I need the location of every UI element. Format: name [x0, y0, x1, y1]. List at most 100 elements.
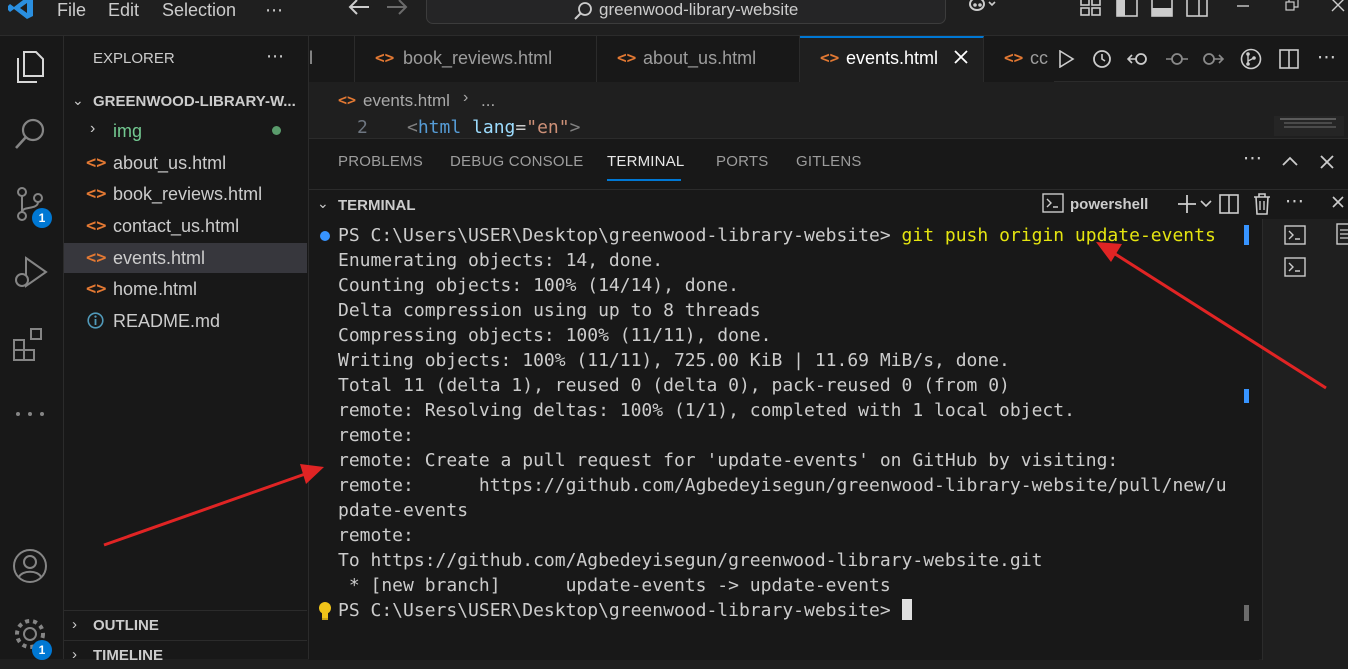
explorer-item-home[interactable]: <> home.html: [64, 274, 307, 304]
workspace-root[interactable]: ⌄ GREENWOOD-LIBRARY-W...: [64, 88, 307, 114]
terminal-more-icon[interactable]: ⋯: [1285, 190, 1304, 213]
split-terminal-icon[interactable]: [1219, 194, 1239, 214]
terminal-dropdown-chevron-icon[interactable]: [1200, 200, 1212, 208]
panel-tab-terminal[interactable]: TERMINAL: [607, 153, 684, 170]
terminal-line: Compressing objects: 100% (11/11), done.: [338, 325, 772, 346]
toggle-panel-icon[interactable]: [1151, 0, 1173, 17]
tab-events[interactable]: <> events.html: [800, 36, 984, 82]
restore-icon[interactable]: [1285, 0, 1299, 12]
tab-label: events.html: [846, 48, 939, 68]
code-tag: html: [417, 117, 462, 138]
outline-section[interactable]: › OUTLINE: [64, 610, 307, 639]
minimap-line: [1284, 126, 1336, 128]
html-file-icon: <>: [86, 184, 107, 204]
git-compare-next-icon[interactable]: [1201, 49, 1225, 69]
toggle-primary-sidebar-icon[interactable]: [1116, 0, 1138, 17]
minimize-icon[interactable]: [1236, 0, 1250, 12]
workspace-root-label: GREENWOOD-LIBRARY-W...: [93, 93, 296, 110]
terminal-command: git push origin update-events: [901, 225, 1216, 246]
forward-arrow-icon[interactable]: [385, 0, 409, 16]
customize-layout-icon[interactable]: [1080, 0, 1102, 17]
back-arrow-icon[interactable]: [347, 0, 371, 16]
explorer-item-book-reviews[interactable]: <> book_reviews.html: [64, 179, 307, 209]
breadcrumb-more[interactable]: ...: [481, 91, 495, 111]
shell-name[interactable]: powershell: [1070, 196, 1148, 213]
accounts-icon[interactable]: [12, 548, 48, 584]
command-center-search[interactable]: greenwood-library-website: [426, 0, 946, 24]
minimap[interactable]: [1274, 116, 1344, 136]
code-attr: lang: [472, 117, 516, 138]
explorer-more-icon[interactable]: ⋯: [266, 46, 284, 67]
split-editor-icon[interactable]: [1279, 49, 1299, 69]
tab-hidden-file[interactable]: l: [309, 36, 355, 82]
breadcrumb-file[interactable]: events.html: [363, 91, 450, 111]
line-number: 2: [357, 117, 368, 138]
panel-tab-gitlens[interactable]: GITLENS: [796, 153, 862, 170]
explorer-title: EXPLORER: [93, 50, 175, 67]
terminal-tab-powershell-2[interactable]: [1284, 257, 1306, 277]
search-activity-icon[interactable]: [12, 116, 48, 152]
terminal-line: remote:: [338, 425, 414, 446]
menu-edit[interactable]: Edit: [108, 0, 139, 20]
terminal-tab-partial-icon[interactable]: [1336, 223, 1348, 245]
editor-more-icon[interactable]: ⋯: [1317, 46, 1336, 69]
close-panel-icon[interactable]: [1319, 154, 1335, 170]
panel-tab-problems[interactable]: PROBLEMS: [338, 153, 423, 170]
tab-about-us[interactable]: <> about_us.html: [597, 36, 800, 82]
code-text: <html lang="en">: [407, 117, 580, 138]
maximize-panel-icon[interactable]: [1281, 155, 1299, 167]
lightbulb-icon[interactable]: [317, 601, 333, 621]
explorer-item-about-us[interactable]: <> about_us.html: [64, 148, 307, 178]
search-icon: [573, 1, 593, 21]
copilot-icon[interactable]: [966, 0, 996, 18]
explorer-item-readme[interactable]: README.md: [64, 306, 307, 336]
panel-tab-ports[interactable]: PORTS: [716, 153, 768, 170]
git-commit-icon[interactable]: [1165, 49, 1189, 69]
kill-terminal-trash-icon[interactable]: [1253, 193, 1271, 215]
history-icon[interactable]: [1091, 48, 1113, 70]
editor-area: <> events.html › ... 2 <html lang="en">: [309, 82, 1348, 138]
run-icon[interactable]: [1057, 50, 1075, 68]
panel-more-icon[interactable]: ⋯: [1243, 147, 1262, 170]
terminal-line: remote:: [338, 525, 414, 546]
close-tab-icon[interactable]: [953, 49, 969, 65]
gitlens-icon[interactable]: [1240, 48, 1262, 70]
code-line[interactable]: 2 <html lang="en">: [309, 116, 1348, 138]
menu-more[interactable]: ⋯: [265, 0, 283, 20]
new-terminal-icon[interactable]: [1177, 194, 1197, 214]
close-icon[interactable]: [1331, 195, 1345, 209]
tab-book-reviews[interactable]: <> book_reviews.html: [355, 36, 597, 82]
explorer-item-contact-us[interactable]: <> contact_us.html: [64, 211, 307, 241]
toggle-secondary-sidebar-icon[interactable]: [1186, 0, 1208, 17]
code-equals: =: [515, 117, 527, 138]
terminal-output[interactable]: PS C:\Users\USER\Desktop\greenwood-libra…: [309, 221, 1259, 660]
minimap-line: [1280, 118, 1336, 120]
scroll-marker: [1244, 225, 1249, 245]
close-window-icon[interactable]: [1331, 0, 1345, 12]
terminal-line: pdate-events: [338, 500, 469, 521]
info-icon: [87, 312, 104, 329]
explorer-files-icon[interactable]: [12, 48, 48, 84]
tab-label: l: [309, 48, 313, 68]
html-file-icon: <>: [1004, 48, 1024, 67]
menu-file[interactable]: File: [57, 0, 86, 20]
timeline-section[interactable]: › TIMELINE: [64, 640, 307, 669]
terminal-section-header[interactable]: ⌄ TERMINAL powershell ⋯: [309, 189, 1348, 220]
explorer-item-events[interactable]: <> events.html: [64, 243, 307, 273]
menu-selection[interactable]: Selection: [162, 0, 236, 20]
panel-tab-debug-console[interactable]: DEBUG CONSOLE: [450, 153, 583, 170]
run-debug-icon[interactable]: [12, 254, 48, 290]
code-value: "en": [526, 117, 570, 138]
tab-contact-us-partial[interactable]: <> cc: [984, 36, 1054, 82]
terminal-tab-powershell-1[interactable]: [1284, 225, 1306, 245]
more-activity-icon[interactable]: [12, 396, 48, 432]
modified-dot-icon: [272, 126, 281, 135]
git-compare-previous-icon[interactable]: [1127, 49, 1151, 69]
tab-label: about_us.html: [643, 48, 757, 68]
explorer-item-img[interactable]: › img: [64, 116, 307, 146]
explorer-sidebar: EXPLORER ⋯ ⌄ GREENWOOD-LIBRARY-W... › im…: [64, 36, 309, 664]
code-open-bracket: <: [407, 117, 418, 138]
extensions-icon[interactable]: [12, 326, 48, 362]
search-label: greenwood-library-website: [599, 0, 799, 19]
terminal-final-prompt-line: PS C:\Users\USER\Desktop\greenwood-libra…: [338, 598, 912, 623]
